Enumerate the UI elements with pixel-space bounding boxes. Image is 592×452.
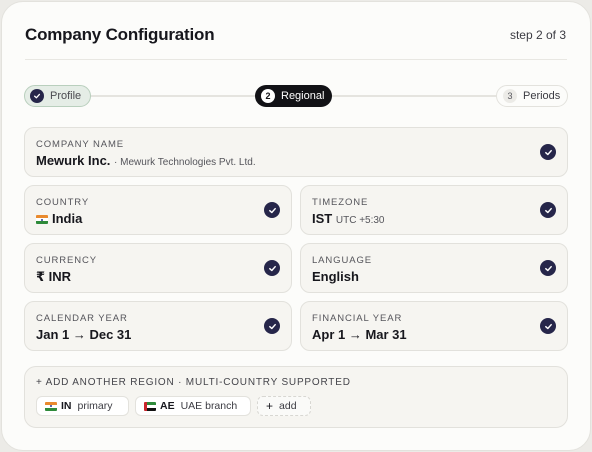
step-label: Periods — [523, 90, 561, 102]
stepper: Profile 2 Regional 3 Periods — [24, 84, 568, 108]
add-region-button[interactable]: + add — [257, 396, 311, 416]
region-code: AE — [160, 400, 175, 412]
add-label: add — [279, 400, 297, 412]
timezone-value: IST — [312, 211, 333, 226]
check-icon — [540, 202, 556, 218]
step-number: 2 — [261, 89, 275, 103]
company-name-field[interactable]: Company name Mewurk Inc. · Mewurk Techno… — [24, 127, 568, 177]
field-label: Currency — [36, 255, 98, 266]
field-label: Language — [312, 255, 372, 266]
field-label: Timezone — [312, 197, 369, 208]
india-flag-icon — [45, 401, 57, 411]
check-icon — [540, 318, 556, 334]
step-profile[interactable]: Profile — [24, 85, 91, 107]
step-number: 3 — [503, 89, 517, 103]
step-label: Profile — [50, 90, 82, 102]
field-value: Mewurk Inc. · Mewurk Technologies Pvt. L… — [36, 153, 256, 168]
check-icon — [30, 89, 44, 103]
language-field[interactable]: Language English — [300, 243, 568, 293]
field-value: IST UTC +5:30 — [312, 211, 385, 226]
field-label: Country — [36, 197, 90, 208]
company-name-value: Mewurk Inc. — [36, 153, 111, 168]
region-chip-in[interactable]: IN primary — [36, 396, 129, 416]
check-icon — [540, 260, 556, 276]
uae-flag-icon — [144, 401, 156, 411]
india-flag-icon — [36, 215, 48, 224]
plus-icon: + — [266, 399, 274, 413]
region-note: primary — [77, 400, 113, 412]
regions-panel: + Add another region · multi-country sup… — [24, 366, 568, 428]
country-value: India — [52, 211, 83, 226]
check-icon — [264, 260, 280, 276]
check-icon — [540, 144, 556, 160]
field-value: ₹ INR — [36, 269, 72, 284]
check-icon — [264, 318, 280, 334]
field-value: Jan 1 → Dec 31 — [36, 327, 132, 342]
step-indicator: step 2 of 3 — [509, 28, 566, 42]
field-value: India — [36, 211, 82, 226]
card-header: Company Configuration step 2 of 3 — [25, 24, 567, 60]
region-chip-ae[interactable]: AE UAE branch — [135, 396, 251, 416]
add-region-heading[interactable]: + Add another region · multi-country sup… — [36, 377, 351, 388]
currency-field[interactable]: Currency ₹ INR — [24, 243, 292, 293]
field-value: English — [312, 269, 359, 284]
page-title: Company Configuration — [25, 25, 215, 44]
field-label: Company name — [36, 139, 125, 150]
step-regional[interactable]: 2 Regional — [255, 85, 332, 107]
field-label: Calendar year — [36, 313, 128, 324]
financial-year-field[interactable]: Financial year Apr 1 → Mar 31 — [300, 301, 568, 351]
field-value: Apr 1 → Mar 31 — [312, 327, 407, 342]
company-legal-name: · Mewurk Technologies Pvt. Ltd. — [114, 157, 256, 168]
step-periods[interactable]: 3 Periods — [496, 85, 568, 107]
region-code: IN — [61, 400, 72, 412]
timezone-field[interactable]: Timezone IST UTC +5:30 — [300, 185, 568, 235]
check-icon — [264, 202, 280, 218]
timezone-offset: UTC +5:30 — [335, 215, 385, 226]
region-note: UAE branch — [180, 400, 238, 412]
step-label: Regional — [281, 90, 325, 102]
calendar-year-field[interactable]: Calendar year Jan 1 → Dec 31 — [24, 301, 292, 351]
country-field[interactable]: Country India — [24, 185, 292, 235]
field-label: Financial year — [312, 313, 403, 324]
